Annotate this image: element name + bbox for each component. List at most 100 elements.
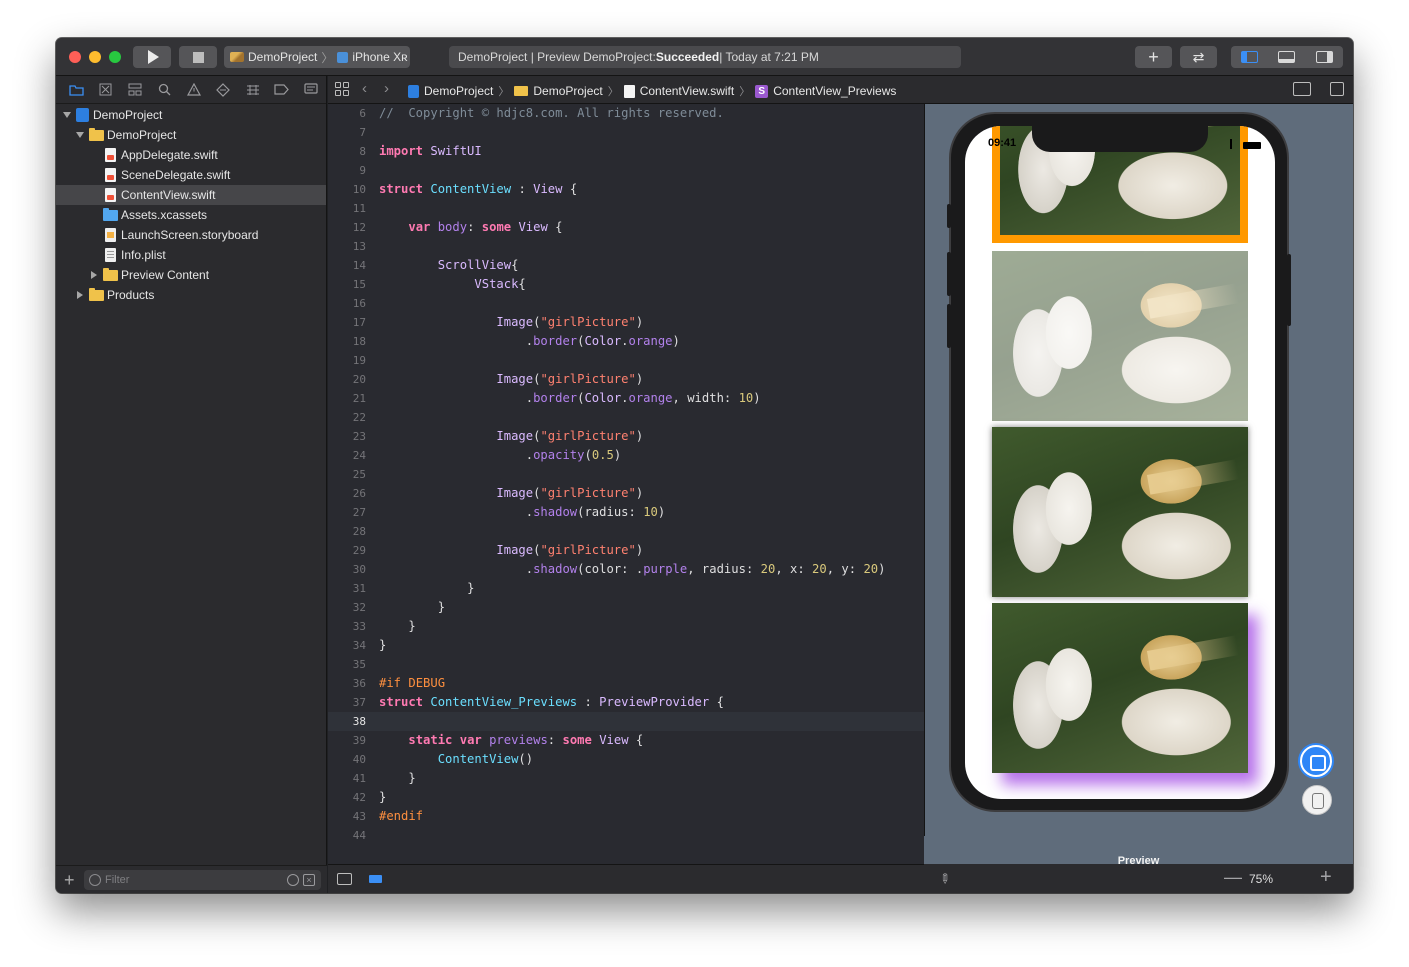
code-text[interactable]: } [379,769,415,788]
code-line[interactable]: 34} [328,636,924,655]
code-text[interactable]: } [379,788,386,807]
code-line[interactable]: 13 [328,237,924,256]
code-text[interactable]: ContentView() [379,750,533,769]
code-line[interactable]: 16 [328,294,924,313]
disclosure-open-icon[interactable] [76,132,84,138]
code-text[interactable]: .shadow(radius: 10) [379,503,665,522]
code-text[interactable]: struct ContentView_Previews : PreviewPro… [379,693,724,712]
code-line[interactable]: 42} [328,788,924,807]
code-line[interactable]: 28 [328,522,924,541]
code-line[interactable]: 26 Image("girlPicture") [328,484,924,503]
line-number[interactable]: 15 [328,275,366,294]
pin-icon[interactable]: ✎ [935,869,954,888]
line-number[interactable]: 23 [328,427,366,446]
line-number[interactable]: 18 [328,332,366,351]
code-line[interactable]: 31 } [328,579,924,598]
code-text[interactable]: Image("girlPicture") [379,370,643,389]
code-line[interactable]: 22 [328,408,924,427]
line-number[interactable]: 32 [328,598,366,617]
code-text[interactable]: Image("girlPicture") [379,427,643,446]
line-number[interactable]: 33 [328,617,366,636]
code-review-button[interactable]: ⇄ [1180,46,1217,68]
code-line[interactable]: 12 var body: some View { [328,218,924,237]
tree-item-products[interactable]: Products [56,285,326,305]
code-text[interactable]: Image("girlPicture") [379,541,643,560]
code-text[interactable]: #endif [379,807,423,826]
find-navigator-tab[interactable] [150,80,179,100]
minimize-window-button[interactable] [89,51,101,63]
tree-item-preview-content[interactable]: Preview Content [56,265,326,285]
code-line[interactable]: 37 struct ContentView_Previews : PreviewP… [328,693,924,712]
tree-item-scenedelegate[interactable]: SceneDelegate.swift [56,165,326,185]
library-button[interactable]: + [1135,46,1172,68]
line-number[interactable]: 21 [328,389,366,408]
line-number[interactable]: 17 [328,313,366,332]
breadcrumb-item[interactable]: DemoProject [424,84,493,98]
line-number[interactable]: 30 [328,560,366,579]
line-number[interactable]: 38 [328,712,366,731]
line-number[interactable]: 22 [328,408,366,427]
zoom-in-button[interactable]: + [1320,866,1332,889]
code-line[interactable]: 7 [328,123,924,142]
line-number[interactable]: 12 [328,218,366,237]
line-number[interactable]: 13 [328,237,366,256]
toggle-navigator-button[interactable] [1231,46,1268,68]
project-navigator-tab[interactable] [62,80,91,100]
line-number[interactable]: 44 [328,826,366,845]
code-text[interactable]: // Copyright © hdjc8.com. All rights res… [379,104,724,123]
back-button[interactable]: ‹ [362,80,367,97]
code-line[interactable]: 36 #if DEBUG [328,674,924,693]
breakpoint-navigator-tab[interactable] [267,80,296,100]
code-line[interactable]: 41 } [328,769,924,788]
minimap-icon[interactable] [337,873,352,885]
code-line[interactable]: 35 [328,655,924,674]
line-number[interactable]: 37 [328,693,366,712]
related-items-icon[interactable] [335,82,349,96]
disclosure-closed-icon[interactable] [77,291,83,299]
code-line[interactable]: 11 [328,199,924,218]
zoom-window-button[interactable] [109,51,121,63]
line-number[interactable]: 20 [328,370,366,389]
tree-item-infoplist[interactable]: Info.plist [56,245,326,265]
line-number[interactable]: 35 [328,655,366,674]
code-line[interactable]: 23 Image("girlPicture") [328,427,924,446]
close-window-button[interactable] [69,51,81,63]
line-number[interactable]: 31 [328,579,366,598]
toggle-inspector-button[interactable] [1306,46,1343,68]
code-text[interactable]: struct ContentView : View { [379,180,577,199]
tree-item-group-demoproject[interactable]: DemoProject [56,125,326,145]
code-text[interactable]: var body: some View { [379,218,562,237]
disclosure-closed-icon[interactable] [91,271,97,279]
tree-item-launchscreen[interactable]: LaunchScreen.storyboard [56,225,326,245]
tree-item-assets[interactable]: Assets.xcassets [56,205,326,225]
code-text[interactable]: } [379,579,474,598]
line-number[interactable]: 9 [328,161,366,180]
code-line[interactable]: 8 import SwiftUI [328,142,924,161]
code-line[interactable]: 25 [328,465,924,484]
issue-navigator-tab[interactable] [179,80,208,100]
line-number[interactable]: 36 [328,674,366,693]
breadcrumb-item[interactable]: ContentView.swift [640,84,735,98]
code-text[interactable]: import SwiftUI [379,142,482,161]
line-number[interactable]: 27 [328,503,366,522]
line-number[interactable]: 40 [328,750,366,769]
code-text[interactable]: Image("girlPicture") [379,484,643,503]
code-text[interactable]: static var previews: some View { [379,731,643,750]
line-number[interactable]: 25 [328,465,366,484]
line-number[interactable]: 10 [328,180,366,199]
code-line[interactable]: 20 Image("girlPicture") [328,370,924,389]
editor-options-icon[interactable] [1293,82,1311,96]
line-number[interactable]: 6 [328,104,366,123]
line-number[interactable]: 14 [328,256,366,275]
run-button[interactable] [133,46,171,68]
code-line[interactable]: 30 .shadow(color: .purple, radius: 20, x… [328,560,924,579]
code-line[interactable]: 15 VStack{ [328,275,924,294]
toggle-debug-area-button[interactable] [1268,46,1305,68]
code-line[interactable]: 33 } [328,617,924,636]
breadcrumb-item[interactable]: ContentView_Previews [773,84,896,98]
line-number[interactable]: 42 [328,788,366,807]
code-line[interactable]: 24 .opacity(0.5) [328,446,924,465]
code-line[interactable]: 27 .shadow(radius: 10) [328,503,924,522]
code-text[interactable]: } [379,617,415,636]
code-line[interactable]: 21 .border(Color.orange, width: 10) [328,389,924,408]
